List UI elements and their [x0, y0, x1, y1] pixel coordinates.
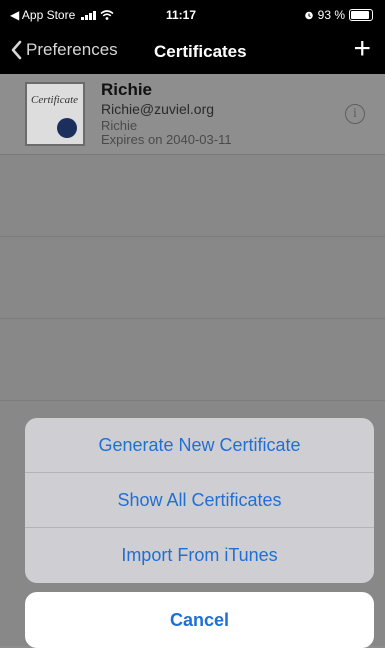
empty-row: [0, 155, 385, 237]
back-button-label: Preferences: [26, 40, 118, 59]
status-bar: ◀ App Store 11:17 93 %: [0, 0, 385, 30]
certificate-thumbnail-icon: Certificate: [25, 82, 85, 146]
certificate-email: Richie@zuviel.org: [101, 101, 215, 117]
status-time: 11:17: [166, 8, 197, 22]
cancel-button[interactable]: Cancel: [25, 592, 374, 648]
back-to-app-store[interactable]: ◀ App Store: [10, 8, 75, 22]
empty-row: [0, 319, 385, 401]
status-right: 93 %: [304, 8, 373, 22]
wifi-icon: [100, 10, 114, 20]
status-left[interactable]: ◀ App Store: [10, 8, 114, 22]
page-title: Certificates: [154, 42, 247, 61]
certificate-common-name: Richie: [101, 118, 138, 133]
generate-new-certificate-button[interactable]: Generate New Certificate: [25, 418, 374, 473]
certificate-seal-icon: [57, 118, 77, 138]
info-icon[interactable]: i: [345, 104, 365, 124]
signal-bars-icon: [81, 10, 97, 20]
battery-icon: [349, 9, 373, 21]
show-all-certificates-button[interactable]: Show All Certificates: [25, 473, 374, 528]
action-sheet: Generate New Certificate Show All Certif…: [25, 418, 374, 583]
import-from-itunes-button[interactable]: Import From iTunes: [25, 528, 374, 583]
empty-row: [0, 237, 385, 319]
navigation-bar: Preferences Certificates +: [0, 30, 385, 74]
certificate-expiry: Expires on 2040-03-11: [101, 132, 232, 147]
certificate-row[interactable]: Certificate Richie Richie@zuviel.org Ric…: [0, 74, 385, 155]
add-certificate-button[interactable]: +: [353, 34, 371, 64]
alarm-icon: [304, 11, 313, 20]
back-button[interactable]: Preferences: [10, 40, 118, 60]
certificate-thumbnail-label: Certificate: [31, 94, 79, 106]
battery-percent: 93 %: [317, 8, 345, 22]
chevron-left-icon: [11, 40, 22, 60]
certificate-name: Richie: [101, 80, 153, 99]
